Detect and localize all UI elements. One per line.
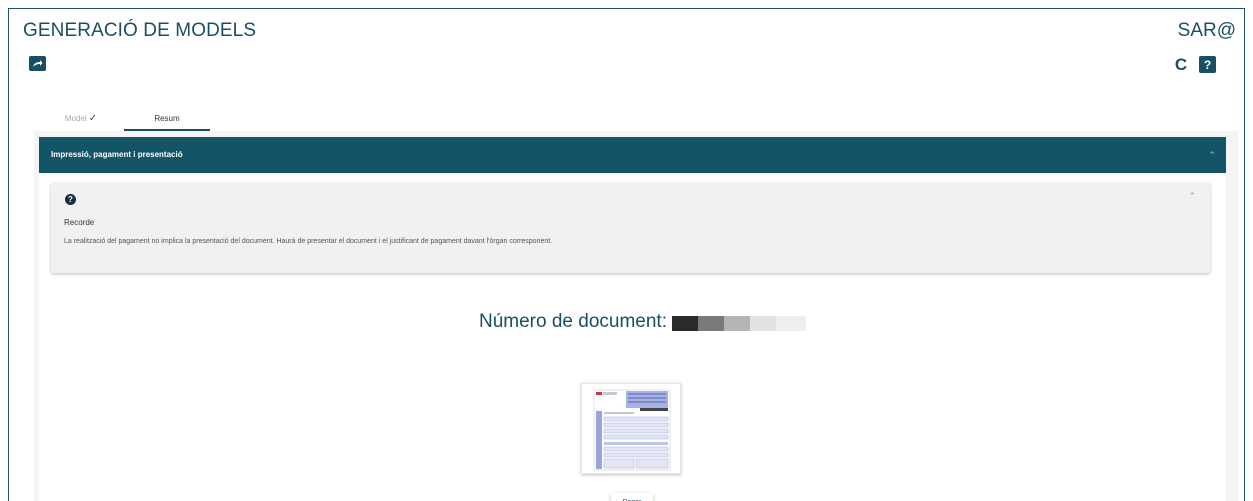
- refresh-icon: C: [1174, 55, 1188, 74]
- tab-model[interactable]: Model ✓: [38, 108, 124, 131]
- app-frame: GENERACIÓ DE MODELS SAR@ C ? Model ✓ Resu…: [8, 8, 1245, 501]
- info-panel: ? ⌃ Recorde La realització del pagament …: [51, 183, 1210, 273]
- section-body: ? ⌃ Recorde La realització del pagament …: [39, 173, 1226, 501]
- info-title: Recorde: [64, 218, 95, 227]
- content-area: Impressió, pagament i presentació ⌃ ? ⌃ …: [34, 131, 1238, 501]
- document-thumbnail[interactable]: [581, 383, 681, 474]
- tab-resum[interactable]: Resum: [124, 108, 210, 131]
- redacted-value: [672, 315, 806, 331]
- info-text: La realització del pagament no implica l…: [64, 238, 553, 245]
- document-number: Número de document:: [479, 311, 806, 333]
- tab-label: Resum: [154, 114, 180, 123]
- section-header[interactable]: Impressió, pagament i presentació ⌃: [39, 137, 1226, 173]
- section-title: Impressió, pagament i presentació: [51, 150, 183, 159]
- chevron-up-icon[interactable]: ⌃: [1208, 137, 1216, 173]
- help-icon: ?: [1203, 57, 1212, 72]
- document-preview-image: [593, 389, 671, 471]
- export-button[interactable]: [29, 56, 46, 71]
- refresh-button[interactable]: C: [1172, 55, 1190, 74]
- tab-bar: Model ✓ Resum: [38, 108, 210, 131]
- chevron-up-icon[interactable]: ⌃: [1188, 191, 1196, 202]
- page-title: GENERACIÓ DE MODELS: [23, 20, 257, 41]
- help-button[interactable]: ?: [1199, 56, 1216, 73]
- tab-label: Model: [64, 114, 87, 123]
- check-icon: ✓: [88, 113, 98, 124]
- document-number-label: Número de document:: [479, 311, 667, 332]
- pay-button[interactable]: Pagar: [611, 493, 653, 501]
- help-circle-icon: ?: [65, 194, 76, 205]
- export-icon: [33, 60, 43, 67]
- brand-label: SAR@: [1177, 20, 1236, 41]
